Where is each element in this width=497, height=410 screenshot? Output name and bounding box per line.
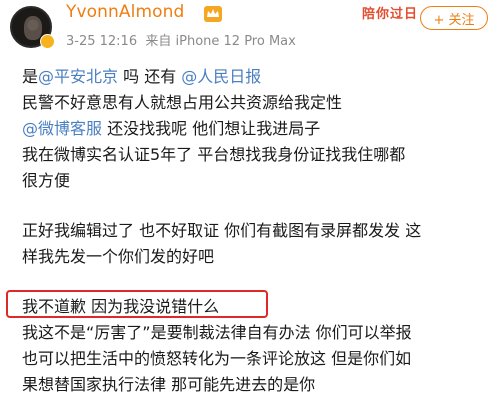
post-line: 我在微博实名认证5年了 平台想找我身份证找我住哪都 — [22, 145, 406, 164]
post-meta: 3-25 12:16 来自 iPhone 12 Pro Max — [66, 30, 296, 49]
mention-link[interactable]: @平安北京 — [38, 67, 118, 86]
post-line: 样我先发一个你们发的好吧 — [22, 247, 215, 266]
timestamp: 3-25 12:16 — [66, 34, 138, 49]
mention-link[interactable]: @人民日报 — [181, 67, 261, 86]
verified-badge-icon — [40, 34, 55, 49]
post-line: 果想替国家执行法律 那可能先进去的是你 — [22, 375, 316, 394]
post-source: 来自 iPhone 12 Pro Max — [145, 34, 296, 49]
username[interactable]: YvonnAlmond — [66, 2, 184, 22]
corner-tag: 陪你过日 — [362, 7, 419, 22]
post-line: 是@平安北京 吗 还有 @人民日报 — [22, 64, 261, 89]
highlight-box — [6, 290, 268, 318]
post-text: 是 — [22, 67, 39, 86]
post-line: 也可以把生活中的愤怒转化为一条评论放这 但是你们如 — [22, 349, 412, 368]
post-line: 正好我编辑过了 也不好取证 你们有截图有录屏都发发 这 — [22, 221, 422, 240]
mention-link[interactable]: @微博客服 — [22, 119, 102, 138]
crown-icon — [204, 6, 222, 22]
post-line: 我这不是“厉害了”是要制裁法律自有办法 你们可以举报 — [22, 323, 412, 342]
follow-button[interactable]: + 关注 — [420, 6, 488, 30]
post-text: 还没找我呢 他们想让我进局子 — [102, 119, 321, 138]
post-text: 吗 还有 — [118, 67, 182, 86]
post-line: 很方便 — [22, 171, 71, 190]
post-line: 民警不好意思有人就想占用公共资源给我定性 — [22, 93, 343, 112]
post-line: @微博客服 还没找我呢 他们想让我进局子 — [22, 116, 320, 141]
